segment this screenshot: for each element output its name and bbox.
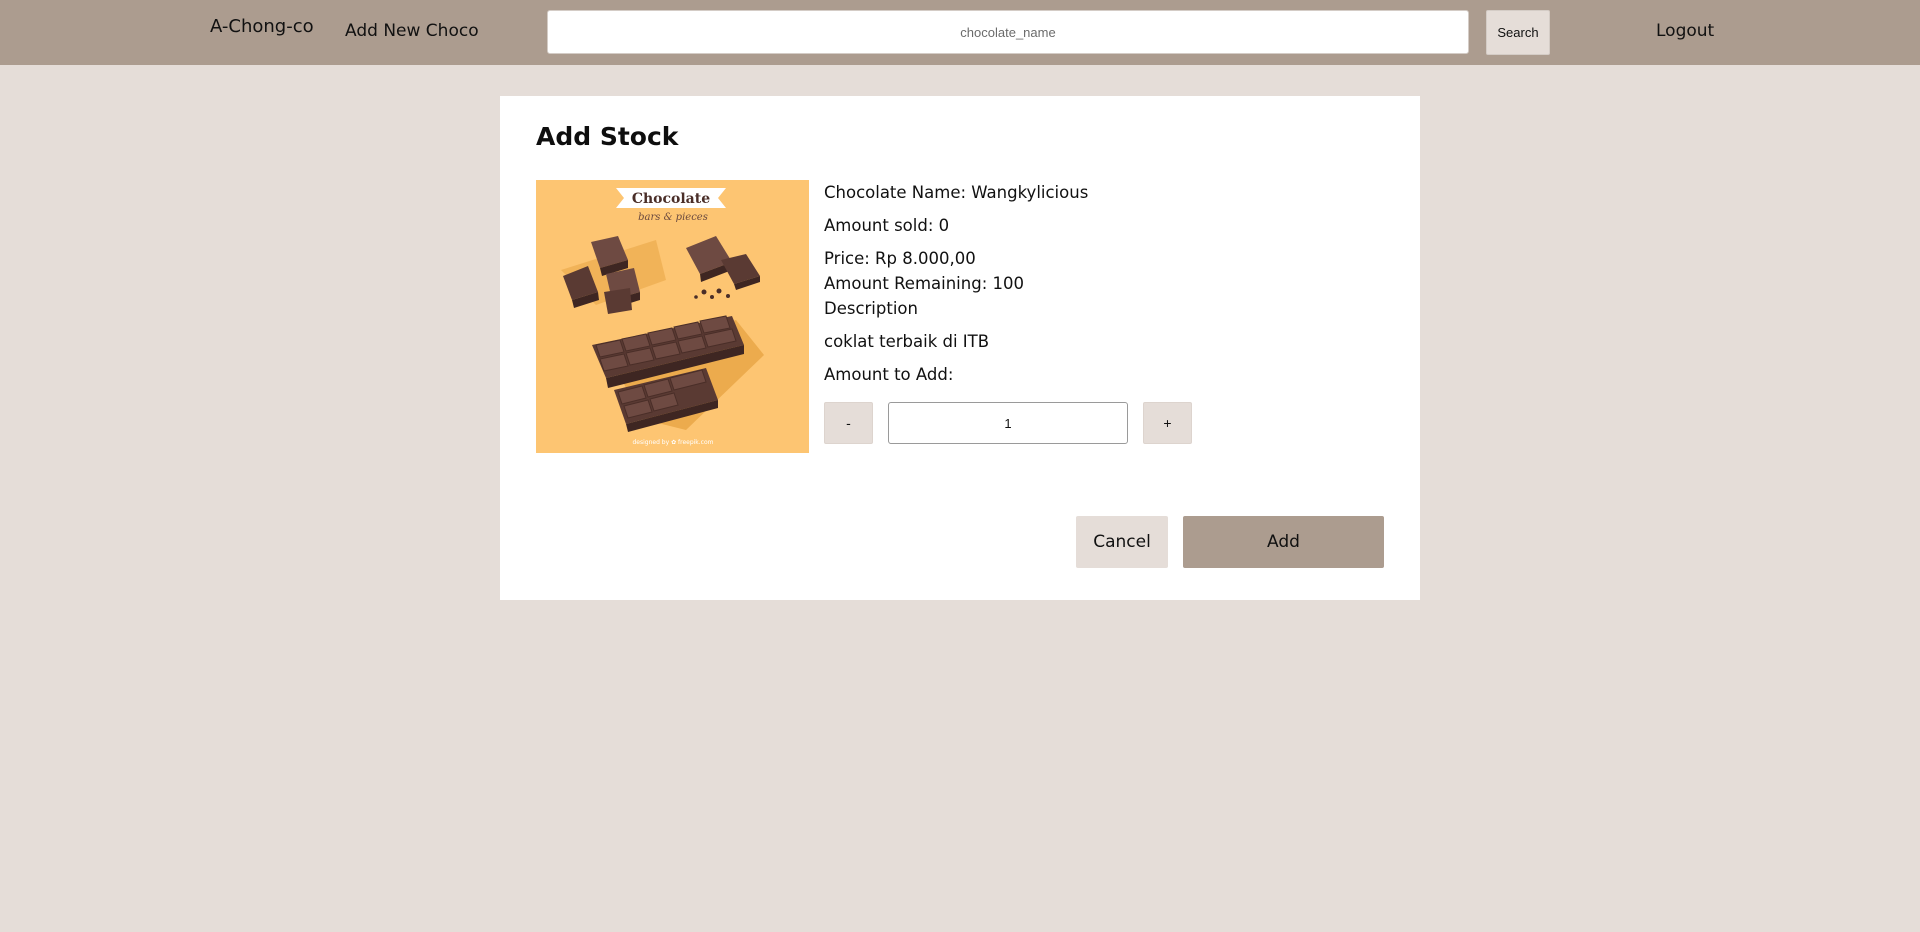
price-text: Price: Rp 8.000,00 — [824, 249, 976, 268]
amount-to-add-label: Amount to Add: — [824, 365, 954, 384]
cancel-button[interactable]: Cancel — [1076, 516, 1168, 568]
add-button[interactable]: Add — [1183, 516, 1384, 568]
description-text: coklat terbaik di ITB — [824, 332, 990, 351]
logout-link[interactable]: Logout — [1656, 21, 1714, 41]
banner-subtitle: bars & pieces — [638, 212, 708, 223]
image-credit: designed by ✿ freepik.com — [632, 439, 713, 446]
quantity-input[interactable] — [888, 402, 1128, 444]
chocolate-name-text: Chocolate Name: Wangkylicious — [824, 183, 1089, 202]
search-button[interactable]: Search — [1486, 10, 1550, 55]
top-navbar: A-Chong-co Add New Choco Search Logout — [0, 0, 1920, 65]
amount-sold-text: Amount sold: 0 — [824, 216, 950, 235]
page-title: Add Stock — [536, 122, 679, 151]
brand-logo-link[interactable]: A-Chong-co — [210, 16, 314, 37]
add-new-choco-link[interactable]: Add New Choco — [345, 21, 479, 41]
description-label: Description — [824, 299, 918, 318]
search-input[interactable] — [547, 10, 1469, 54]
decrement-button[interactable]: - — [824, 402, 873, 444]
amount-remaining-text: Amount Remaining: 100 — [824, 274, 1024, 293]
increment-button[interactable]: + — [1143, 402, 1192, 444]
banner-title: Chocolate — [632, 191, 710, 207]
add-stock-card: Add Stock Chocolate bars & pieces design… — [500, 96, 1420, 600]
chocolate-product-image: Chocolate bars & pieces designed by ✿ fr… — [536, 180, 809, 453]
